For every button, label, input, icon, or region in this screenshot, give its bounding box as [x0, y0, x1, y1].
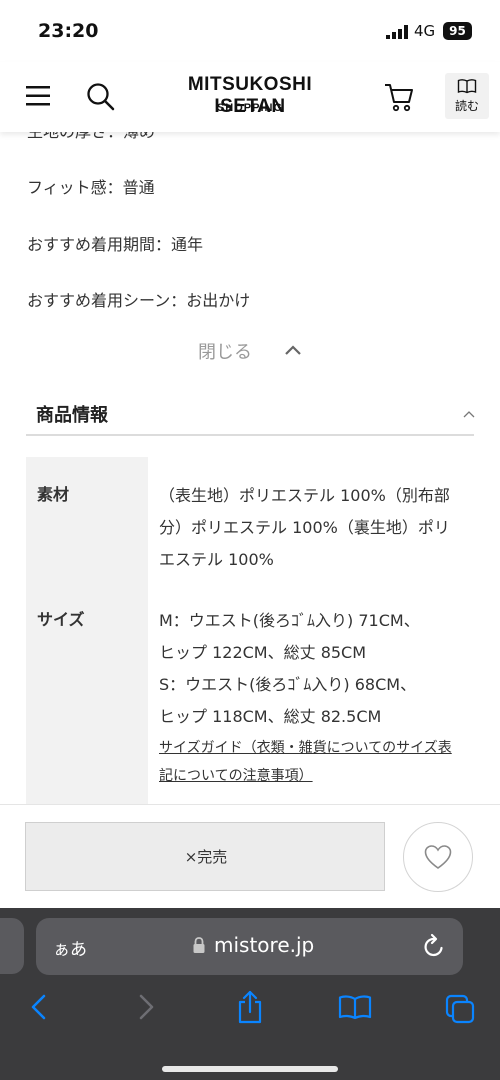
browser-toolbar: ぁあ mistore.jp	[0, 908, 500, 1080]
size-guide-link[interactable]: サイズガイド（衣類・雑貨についてのサイズ表記についての注意事項）	[159, 734, 459, 790]
size-value: M：ウエスト(後ろｺﾞﾑ入り) 71CM、 ヒップ 122CM、総丈 85CM …	[159, 605, 459, 733]
book-icon	[457, 79, 477, 94]
table-label-column	[26, 457, 148, 817]
size-label: サイズ	[37, 610, 85, 629]
bookmarks-icon[interactable]	[338, 994, 372, 1020]
size-line: ヒップ 122CM、総丈 85CM	[159, 643, 367, 662]
size-line: ヒップ 118CM、総丈 82.5CM	[159, 707, 382, 726]
soldout-button[interactable]: ×完売	[25, 822, 385, 891]
material-label: 素材	[37, 485, 70, 504]
heart-icon	[424, 845, 452, 869]
previous-tab-preview[interactable]	[0, 918, 24, 974]
search-icon[interactable]	[86, 82, 116, 112]
forward-icon[interactable]	[137, 994, 155, 1020]
section-title: 商品情報	[36, 405, 108, 426]
favorite-button[interactable]	[403, 822, 473, 892]
home-indicator	[162, 1066, 338, 1072]
attribute-period: おすすめ着用期間：通年	[27, 235, 204, 254]
material-value: （表生地）ポリエステル 100%（別布部分）ポリエステル 100%（裏生地）ポリ…	[159, 486, 450, 569]
chevron-up-icon[interactable]	[463, 410, 475, 418]
share-icon[interactable]	[235, 990, 265, 1024]
back-icon[interactable]	[30, 994, 48, 1020]
read-label: 読む	[454, 99, 479, 113]
site-header: MITSUKOSHI ISETAN SHOPPING 読む	[0, 62, 500, 132]
attribute-scene: おすすめ着用シーン：お出かけ	[27, 291, 251, 310]
brand-subtitle: SHOPPING	[216, 102, 284, 114]
chevron-up-icon	[285, 345, 301, 355]
attribute-fit: フィット感：普通	[27, 178, 155, 197]
text-size-button[interactable]: ぁあ	[53, 935, 87, 960]
size-line: M：ウエスト(後ろｺﾞﾑ入り) 71CM、	[159, 611, 420, 630]
size-line: S：ウエスト(後ろｺﾞﾑ入り) 68CM、	[159, 675, 417, 694]
lock-icon	[193, 937, 205, 953]
url-text: mistore.jp	[214, 933, 315, 957]
cart-icon[interactable]	[383, 82, 415, 112]
tabs-icon[interactable]	[445, 994, 475, 1024]
menu-icon[interactable]	[26, 85, 50, 107]
status-time: 23:20	[38, 20, 99, 42]
divider	[26, 434, 474, 436]
read-button[interactable]: 読む	[445, 73, 489, 119]
soldout-label: ×完売	[184, 848, 228, 866]
battery-icon: 95	[443, 22, 472, 40]
address-bar[interactable]: ぁあ mistore.jp	[36, 918, 463, 975]
purchase-bar: ×完売	[0, 804, 500, 909]
reload-icon[interactable]	[422, 933, 446, 959]
close-details-button[interactable]: 閉じる	[180, 336, 320, 366]
network-label: 4G	[414, 22, 436, 40]
status-bar: 23:20 4G 95	[0, 0, 500, 62]
close-label: 閉じる	[198, 342, 252, 363]
signal-icon	[386, 25, 408, 39]
